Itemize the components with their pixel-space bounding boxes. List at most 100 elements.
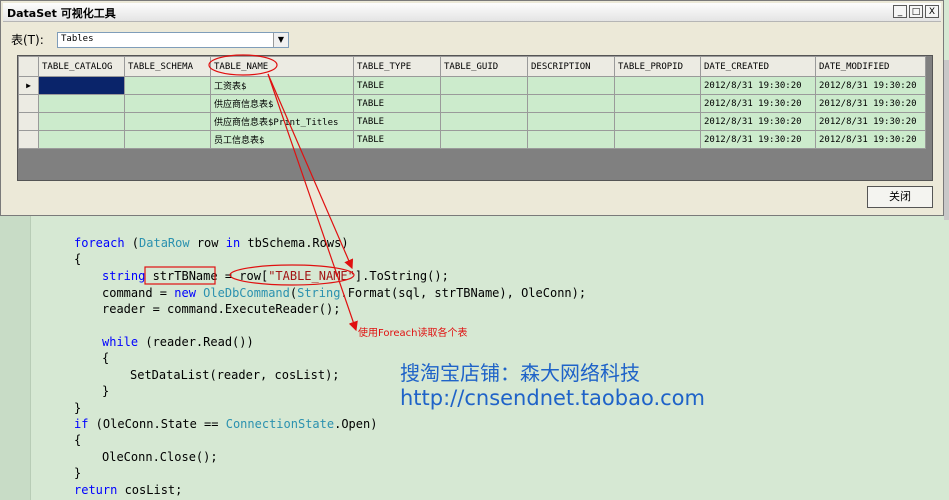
grid-column-header[interactable]: TABLE_PROPID bbox=[614, 56, 701, 77]
code-text: ].ToString(); bbox=[354, 269, 449, 283]
table-row[interactable]: 员工信息表$ TABLE 2012/8/31 19:30:20 2012/8/31 1… bbox=[18, 130, 926, 149]
row-header[interactable] bbox=[18, 130, 39, 149]
grid-cell[interactable] bbox=[614, 94, 701, 113]
minimize-button[interactable]: _ bbox=[893, 5, 907, 18]
grid-cell[interactable]: TABLE bbox=[353, 112, 441, 131]
table-row[interactable]: ▶ 工资表$ TABLE 2012/8/31 19:30:20 2012/8/31 19… bbox=[18, 76, 926, 95]
grid-cell[interactable] bbox=[527, 76, 615, 95]
string-literal: "TABLE_NAME" bbox=[268, 269, 355, 283]
code-line-strtbname: string strTBName = row["TABLE_NAME"].ToS… bbox=[102, 269, 449, 283]
grid-column-header[interactable]: DATE_MODIFIED bbox=[815, 56, 926, 77]
grid-cell[interactable] bbox=[38, 112, 125, 131]
grid-cell[interactable]: 2012/8/31 19:30:20 bbox=[815, 94, 926, 113]
code-line-brace: { bbox=[102, 351, 110, 365]
grid-cell[interactable]: 2012/8/31 19:30:20 bbox=[700, 76, 816, 95]
table-row[interactable]: 供应商信息表$Print_Titles TABLE 2012/8/31 19:30:… bbox=[18, 112, 926, 131]
grid-cell[interactable]: 供应商信息表$Print_Titles bbox=[210, 112, 354, 131]
grid-cell[interactable] bbox=[38, 76, 125, 95]
grid-cell[interactable]: 2012/8/31 19:30:20 bbox=[815, 112, 926, 131]
code-text: (reader.Read()) bbox=[138, 335, 254, 349]
data-grid[interactable]: TABLE_CATALOG TABLE_SCHEMA TABLE_NAME TABLE… bbox=[17, 55, 933, 181]
grid-cell[interactable] bbox=[614, 130, 701, 149]
grid-cell[interactable] bbox=[440, 76, 528, 95]
row-selector-icon[interactable]: ▶ bbox=[18, 76, 39, 95]
window-title: DataSet 可视化工具 bbox=[7, 7, 116, 20]
grid-column-header[interactable]: TABLE_CATALOG bbox=[38, 56, 125, 77]
grid-cell[interactable] bbox=[614, 112, 701, 131]
code-text: cosList; bbox=[117, 483, 183, 497]
close-icon[interactable]: X bbox=[925, 5, 939, 18]
dataset-visualizer-window: DataSet 可视化工具 _ □ X 表(T): Tables ▼ TABLE… bbox=[0, 0, 944, 216]
table-row[interactable]: 供应商信息表$ TABLE 2012/8/31 19:30:20 2012/8/31 … bbox=[18, 94, 926, 113]
close-button[interactable]: 关闭 bbox=[867, 186, 933, 208]
type-connectionstate: ConnectionState bbox=[225, 417, 335, 431]
grid-cell[interactable]: 2012/8/31 19:30:20 bbox=[700, 130, 816, 149]
maximize-button[interactable]: □ bbox=[909, 5, 923, 18]
title-bar[interactable]: DataSet 可视化工具 _ □ X bbox=[3, 3, 941, 22]
type-datarow: DataRow bbox=[139, 236, 190, 250]
grid-cell[interactable]: 工资表$ bbox=[210, 76, 354, 95]
keyword-in: in bbox=[225, 236, 241, 250]
code-line-brace: } bbox=[74, 401, 82, 415]
keyword-foreach: foreach bbox=[74, 236, 125, 250]
watermark-url: http://cnsendnet.taobao.com bbox=[400, 386, 705, 410]
grid-cell[interactable]: 2012/8/31 19:30:20 bbox=[700, 112, 816, 131]
code-line-return: return cosList; bbox=[74, 483, 182, 497]
grid-cell[interactable] bbox=[440, 112, 528, 131]
grid-cell[interactable]: TABLE bbox=[353, 130, 441, 149]
grid-cell[interactable] bbox=[124, 112, 211, 131]
keyword-while: while bbox=[102, 335, 139, 349]
code-text: (OleConn.State == bbox=[88, 417, 226, 431]
grid-cell[interactable] bbox=[440, 130, 528, 149]
grid-cell[interactable]: 2012/8/31 19:30:20 bbox=[815, 130, 926, 149]
grid-column-header[interactable]: DESCRIPTION bbox=[527, 56, 615, 77]
table-select[interactable]: Tables ▼ bbox=[57, 32, 289, 48]
grid-cell[interactable] bbox=[38, 94, 125, 113]
code-line-setdatalist: SetDataList(reader, cosList); bbox=[130, 368, 340, 382]
code-line-if: if (OleConn.State == ConnectionState.Ope… bbox=[74, 417, 377, 431]
grid-cell[interactable]: 2012/8/31 19:30:20 bbox=[815, 76, 926, 95]
code-text: strTBName = row[ bbox=[145, 269, 269, 283]
code-text: ( bbox=[124, 236, 140, 250]
chevron-down-icon[interactable]: ▼ bbox=[273, 33, 288, 47]
grid-cell[interactable]: 2012/8/31 19:30:20 bbox=[700, 94, 816, 113]
code-text: row bbox=[189, 236, 226, 250]
grid-cell[interactable] bbox=[527, 94, 615, 113]
grid-body: ▶ 工资表$ TABLE 2012/8/31 19:30:20 2012/8/31 19… bbox=[18, 76, 926, 149]
grid-cell[interactable] bbox=[440, 94, 528, 113]
grid-cell[interactable] bbox=[38, 130, 125, 149]
code-text: .Format(sql, strTBName), OleConn); bbox=[340, 286, 587, 300]
grid-column-header[interactable]: DATE_CREATED bbox=[700, 56, 816, 77]
grid-cell[interactable] bbox=[124, 94, 211, 113]
grid-column-header[interactable]: TABLE_TYPE bbox=[353, 56, 441, 77]
grid-cell[interactable]: TABLE bbox=[353, 94, 441, 113]
editor-gutter bbox=[0, 216, 31, 500]
row-header[interactable] bbox=[18, 94, 39, 113]
grid-cell[interactable]: TABLE bbox=[353, 76, 441, 95]
type-string: String bbox=[297, 286, 341, 300]
grid-cell[interactable] bbox=[124, 76, 211, 95]
grid-header-row: TABLE_CATALOG TABLE_SCHEMA TABLE_NAME TABLE… bbox=[18, 56, 926, 77]
code-line-brace: { bbox=[74, 433, 82, 447]
grid-column-header[interactable]: TABLE_NAME bbox=[210, 56, 354, 77]
grid-column-header[interactable]: TABLE_GUID bbox=[440, 56, 528, 77]
grid-cell[interactable] bbox=[527, 112, 615, 131]
grid-cell[interactable]: 供应商信息表$ bbox=[210, 94, 354, 113]
watermark-shop: 搜淘宝店铺：森大网络科技 bbox=[400, 361, 640, 385]
keyword-return: return bbox=[74, 483, 118, 497]
type-oledbcommand: OleDbCommand bbox=[203, 286, 290, 300]
code-line-while: while (reader.Read()) bbox=[102, 335, 254, 349]
keyword-string: string bbox=[102, 269, 146, 283]
grid-cell[interactable] bbox=[124, 130, 211, 149]
code-text: .Open) bbox=[334, 417, 378, 431]
grid-cell[interactable] bbox=[527, 130, 615, 149]
code-text: command = bbox=[102, 286, 175, 300]
grid-cell[interactable] bbox=[614, 76, 701, 95]
keyword-if: if bbox=[74, 417, 89, 431]
row-header[interactable] bbox=[18, 112, 39, 131]
code-line-brace: { bbox=[74, 252, 82, 266]
code-text: tbSchema.Rows) bbox=[240, 236, 349, 250]
grid-column-header[interactable]: TABLE_SCHEMA bbox=[124, 56, 211, 77]
grid-cell[interactable]: 员工信息表$ bbox=[210, 130, 354, 149]
code-line-brace: } bbox=[74, 466, 82, 480]
